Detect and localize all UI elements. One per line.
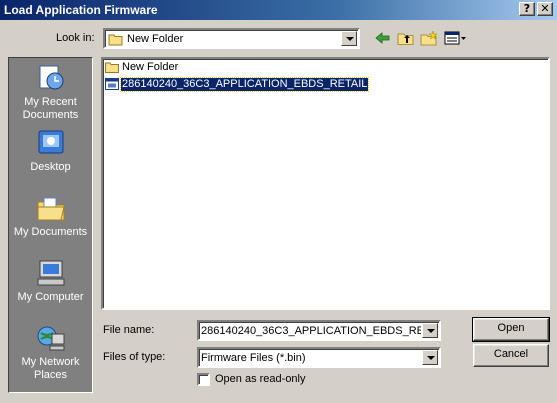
chevron-down-icon — [346, 37, 354, 41]
view-menu-icon[interactable] — [444, 30, 468, 46]
look-in-label: Look in: — [56, 32, 95, 44]
recent-documents-icon — [39, 65, 64, 90]
open-button[interactable]: Open — [472, 317, 550, 342]
firmware-file-icon — [105, 78, 119, 90]
file-type-value: Firmware Files (*.bin) — [201, 352, 306, 364]
read-only-checkbox[interactable] — [197, 373, 210, 386]
place-label: Desktop — [30, 161, 71, 173]
place-desktop[interactable]: Desktop — [9, 127, 92, 189]
back-arrow-icon[interactable] — [374, 30, 392, 46]
folder-icon — [108, 34, 123, 46]
place-network[interactable]: My Network Places — [9, 322, 92, 384]
chevron-down-icon — [427, 356, 435, 360]
read-only-label[interactable]: Open as read-only — [215, 373, 306, 385]
file-name: New Folder — [122, 61, 179, 73]
window-title: Load Application Firmware — [4, 3, 158, 17]
desktop-icon — [38, 130, 64, 154]
chevron-down-icon — [427, 329, 435, 333]
my-documents-icon — [37, 197, 65, 221]
file-name-input[interactable]: 286140240_36C3_APPLICATION_EBDS_RET — [197, 320, 441, 341]
file-type-dropdown-button[interactable] — [422, 350, 438, 365]
close-button[interactable]: ✕ — [537, 2, 553, 16]
close-icon: ✕ — [540, 2, 550, 15]
cancel-button[interactable]: Cancel — [473, 344, 549, 367]
place-label: My Network Places — [21, 356, 80, 381]
place-label: My Computer — [17, 291, 84, 303]
place-label: My Recent Documents — [22, 96, 79, 121]
place-label: My Documents — [13, 226, 88, 238]
place-my-documents[interactable]: My Documents — [9, 192, 92, 254]
file-name: 286140240_36C3_APPLICATION_EBDS_RETAIL — [119, 77, 370, 92]
my-computer-icon — [37, 260, 65, 286]
file-name-dropdown-button[interactable] — [422, 323, 438, 338]
place-my-computer[interactable]: My Computer — [9, 257, 92, 319]
network-places-icon — [37, 326, 65, 351]
help-icon: ? — [523, 2, 531, 15]
look-in-value: New Folder — [127, 33, 184, 45]
file-list[interactable]: New Folder 286140240_36C3_APPLICATION_EB… — [101, 57, 550, 310]
up-folder-icon[interactable] — [397, 30, 415, 46]
look-in-dropdown-button[interactable] — [341, 31, 357, 46]
file-type-dropdown[interactable]: Firmware Files (*.bin) — [197, 347, 441, 368]
file-name-value: 286140240_36C3_APPLICATION_EBDS_RET — [201, 325, 421, 337]
title-bar[interactable]: Load Application Firmware ? ✕ — [0, 0, 557, 20]
place-recent-documents[interactable]: My Recent Documents — [9, 62, 92, 124]
folder-icon — [105, 62, 119, 73]
look-in-dropdown[interactable]: New Folder — [103, 28, 360, 49]
help-button[interactable]: ? — [519, 2, 535, 16]
file-name-label: File name: — [103, 324, 155, 336]
places-bar: My Recent Documents Desktop My Documents… — [8, 57, 93, 393]
file-type-label: Files of type: — [103, 351, 166, 363]
new-folder-icon[interactable] — [420, 30, 438, 46]
